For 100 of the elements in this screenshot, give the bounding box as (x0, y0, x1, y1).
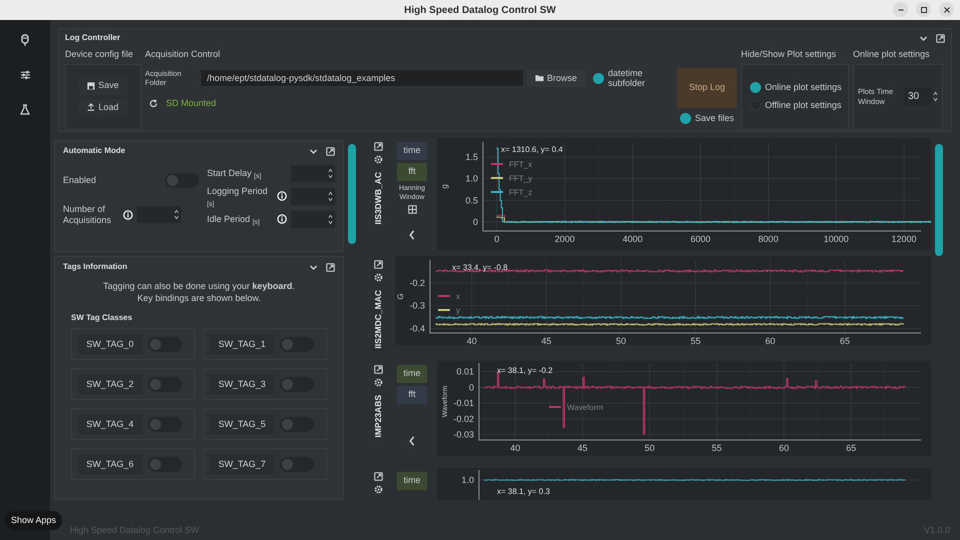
toggle-switch[interactable] (280, 376, 314, 392)
mode-tab[interactable]: time (397, 472, 427, 490)
group-title: Device config file (65, 48, 134, 61)
mode-tab[interactable]: time (397, 142, 427, 160)
refresh-icon[interactable] (149, 99, 158, 108)
sensor-name: IMP23ABS (372, 395, 384, 438)
tick-label: -0.01 (453, 398, 474, 408)
chevron-left-icon[interactable] (408, 436, 416, 446)
tick-label: 40 (466, 336, 477, 345)
number-field[interactable] (291, 210, 335, 228)
group-title: Hide/Show Plot settings (741, 48, 838, 61)
field-label: Idle Period $_{[s]}$ (207, 214, 261, 224)
spin-arrows-icon[interactable] (933, 90, 938, 103)
number-field[interactable] (291, 165, 335, 182)
tick-label: -0.2 (409, 278, 425, 288)
spin-arrows-icon[interactable] (328, 190, 333, 203)
axis-label: G (396, 293, 405, 300)
gear-icon[interactable] (374, 378, 382, 387)
cursor-readout: x= 38.1, y= -0.2 (497, 366, 553, 375)
load-button[interactable]: Load (79, 98, 127, 116)
status-text: SD Mounted (166, 97, 216, 110)
mode-tab[interactable]: fft (397, 163, 427, 181)
legend-label: FFT_z (509, 188, 532, 197)
checkbox-label: datetime subfolder (608, 68, 646, 90)
radio-label: Offline plot settings (765, 98, 842, 112)
tag-label: SW_TAG_2 (78, 374, 142, 396)
popout-icon[interactable] (374, 142, 382, 151)
chevron-left-icon[interactable] (408, 230, 416, 240)
toggle-switch[interactable] (165, 173, 199, 188)
tag-label: SW_TAG_4 (78, 414, 142, 436)
minimize-button[interactable] (893, 2, 908, 17)
sliders-icon[interactable] (20, 70, 30, 80)
spin-arrows-icon[interactable] (174, 208, 179, 222)
popout-icon[interactable] (374, 472, 382, 481)
checkbox[interactable] (680, 112, 691, 124)
gear-icon[interactable] (374, 485, 382, 494)
axis-label: g (440, 184, 449, 189)
grid-icon[interactable] (408, 205, 416, 214)
chevron-down-icon[interactable] (919, 34, 928, 42)
toggle-switch[interactable] (280, 456, 314, 472)
panel-title: Log Controller (65, 32, 120, 44)
popout-icon[interactable] (374, 260, 382, 269)
gear-icon[interactable] (374, 155, 382, 164)
tick-label: 60 (778, 443, 789, 453)
sensor-name: IIS2MDC_MAC (372, 290, 384, 349)
checkbox[interactable] (593, 72, 604, 84)
section-title: SW Tag Classes (71, 312, 134, 324)
info-icon (123, 210, 133, 220)
popout-icon[interactable] (326, 262, 335, 272)
plug-icon[interactable] (20, 34, 30, 46)
spin-arrows-icon[interactable] (328, 212, 333, 226)
browse-button[interactable]: Browse (527, 70, 586, 88)
number-field[interactable] (291, 188, 335, 205)
save-button[interactable]: Save (79, 77, 127, 94)
tick-label: 60 (765, 336, 776, 345)
square-icon (918, 4, 928, 14)
chevron-down-icon[interactable] (309, 262, 318, 272)
tooltip: Show Apps (5, 510, 62, 530)
legend-label: y (456, 306, 460, 315)
tick-label: 10000 (824, 234, 849, 244)
scrollbar-thumb[interactable] (348, 144, 356, 244)
popout-icon[interactable] (326, 146, 335, 156)
legend-label: FFT_y (509, 174, 532, 183)
number-field[interactable]: 30 (904, 88, 932, 105)
toggle-switch[interactable] (280, 416, 314, 432)
legend-label: Waveform (567, 403, 604, 412)
toggle-switch[interactable] (148, 376, 182, 392)
mode-tab[interactable]: time (397, 365, 427, 383)
sensor-name: IIS3DWB_AC (372, 172, 384, 224)
scrollbar-thumb[interactable] (935, 144, 943, 256)
tick-label: -0.02 (453, 414, 474, 424)
window-title: High Speed Datalog Control SW (404, 4, 556, 18)
tick-label: 0 (494, 234, 500, 244)
card-title: Automatic Mode (63, 145, 126, 157)
maximize-button[interactable] (916, 2, 931, 17)
tick-label: -0.03 (453, 430, 474, 440)
spin-arrows-icon[interactable] (328, 167, 333, 180)
toggle-switch[interactable] (148, 416, 182, 432)
cursor-readout: x= 33.4, y= -0.8 (452, 263, 508, 272)
stop-log-button[interactable]: Stop Log (677, 68, 737, 108)
toggle-switch[interactable] (280, 336, 314, 352)
popout-icon[interactable] (936, 34, 945, 42)
toggle-switch[interactable] (148, 336, 182, 352)
radio-button[interactable] (750, 82, 761, 94)
tick-label: 65 (840, 336, 850, 345)
close-button[interactable] (939, 2, 954, 17)
toggle-switch[interactable] (148, 456, 182, 472)
field-label: Start Delay $_{[s]}$ (207, 168, 262, 179)
chevron-down-icon[interactable] (309, 146, 318, 156)
tick-label: 4000 (622, 234, 643, 244)
info-text: Tagging can also be done using your keyboard. Key bindings are shown below. (102, 281, 296, 304)
tick-label: 12000 (892, 234, 917, 244)
tag-label: SW_TAG_6 (78, 454, 142, 476)
path-field[interactable]: /home/ept/stdatalog-pysdk/stdatalog_examples (201, 70, 523, 86)
mode-tab[interactable]: fft (397, 386, 427, 404)
flask-icon[interactable] (20, 104, 30, 115)
tag-label: SW_TAG_7 (210, 454, 274, 476)
number-field[interactable] (137, 206, 181, 224)
popout-icon[interactable] (374, 365, 382, 374)
gear-icon[interactable] (374, 273, 382, 282)
